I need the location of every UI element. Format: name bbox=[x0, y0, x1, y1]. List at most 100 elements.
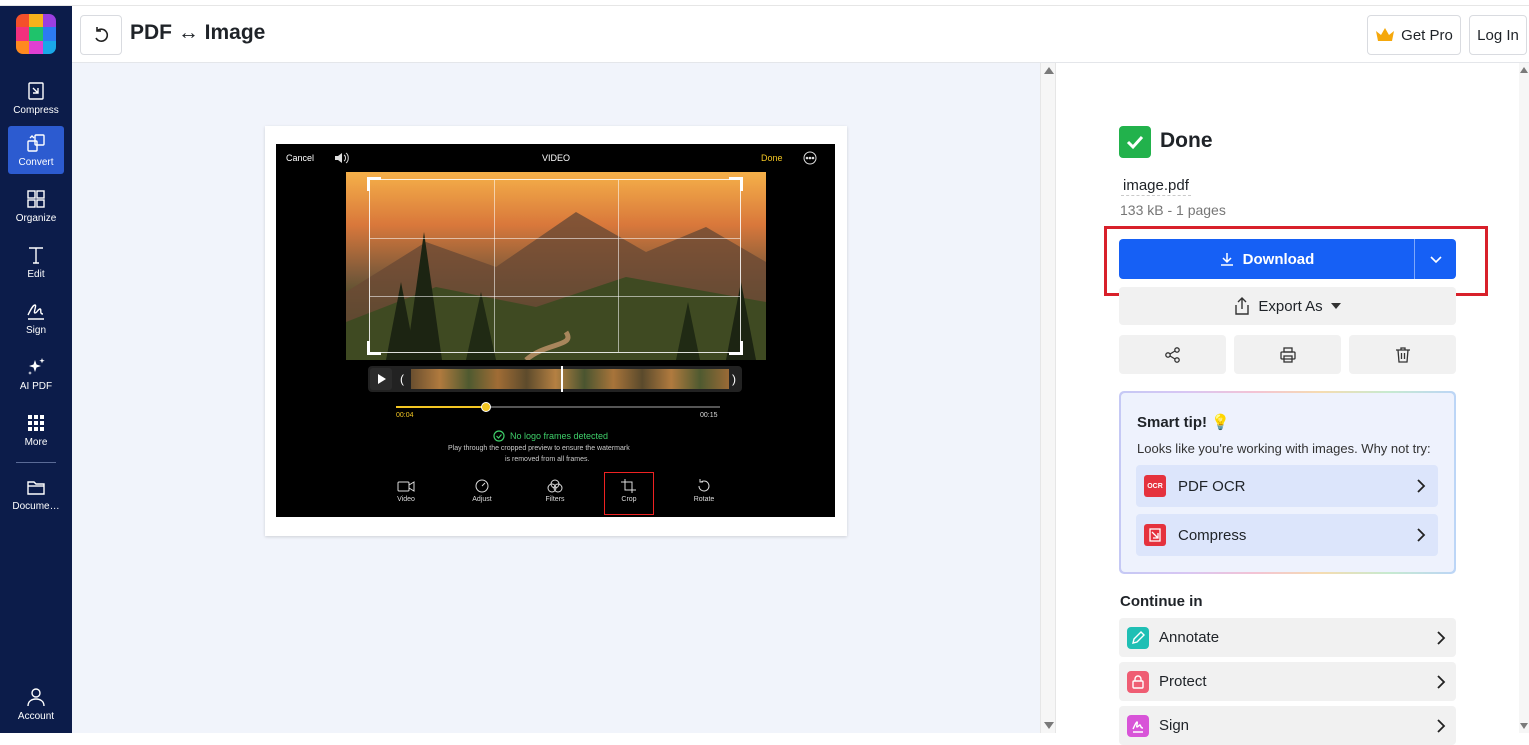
sign-icon bbox=[27, 304, 44, 320]
sidebar: Compress Convert Organize Edit Sign AI P… bbox=[0, 6, 72, 733]
result-panel: Done image.pdf 133 kB - 1 pages Download… bbox=[1056, 63, 1519, 745]
filters-icon bbox=[547, 479, 563, 493]
sign-pen-icon bbox=[1127, 714, 1149, 737]
success-check-icon bbox=[1119, 126, 1151, 158]
tool-rotate[interactable]: Rotate bbox=[682, 478, 726, 503]
tool-adjust[interactable]: Adjust bbox=[460, 478, 504, 503]
sidebar-item-label: Compress bbox=[13, 105, 59, 116]
panel-scrollbar[interactable] bbox=[1519, 63, 1529, 733]
time-end: 00:15 bbox=[700, 412, 718, 419]
smart-tip-title: Smart tip! 💡 bbox=[1137, 413, 1230, 431]
download-highlight-box bbox=[1104, 226, 1488, 296]
sidebar-item-convert[interactable]: Convert bbox=[8, 126, 64, 174]
export-label: Export As bbox=[1258, 297, 1323, 315]
tool-filters[interactable]: Filters bbox=[533, 478, 577, 503]
sidebar-item-organize[interactable]: Organize bbox=[8, 182, 64, 230]
sidebar-item-compress[interactable]: Compress bbox=[8, 74, 64, 122]
crop-handle[interactable] bbox=[729, 341, 743, 355]
hint-line-2: is removed from all frames. bbox=[505, 456, 590, 463]
adjust-dial-icon bbox=[475, 479, 489, 493]
done-text-preview: Done bbox=[761, 153, 783, 163]
sidebar-item-label: AI PDF bbox=[19, 381, 53, 392]
sidebar-item-label: More bbox=[24, 437, 48, 448]
tool-label: Filters bbox=[545, 496, 565, 503]
tool-label: Rotate bbox=[693, 496, 715, 503]
sidebar-item-sign[interactable]: Sign bbox=[8, 294, 64, 342]
filmstrip-frames bbox=[411, 369, 729, 389]
check-circle-icon bbox=[493, 430, 505, 442]
crop-handle[interactable] bbox=[367, 177, 381, 191]
crop-handle[interactable] bbox=[367, 341, 381, 355]
get-pro-button[interactable]: Get Pro bbox=[1367, 15, 1461, 55]
continue-protect[interactable]: Protect bbox=[1119, 662, 1456, 701]
scrubber-progress bbox=[396, 406, 486, 408]
smart-tip-subtitle: Looks like you're working with images. W… bbox=[1137, 441, 1431, 456]
lightbulb-icon: 💡 bbox=[1211, 414, 1230, 431]
continue-sign[interactable]: Sign bbox=[1119, 706, 1456, 745]
delete-button[interactable] bbox=[1349, 335, 1456, 374]
playback-scrubber[interactable] bbox=[396, 402, 720, 412]
account-icon bbox=[27, 688, 45, 707]
file-name[interactable]: image.pdf bbox=[1121, 177, 1191, 196]
continue-annotate[interactable]: Annotate bbox=[1119, 618, 1456, 657]
cancel-text: Cancel bbox=[286, 153, 315, 163]
share-button[interactable] bbox=[1119, 335, 1226, 374]
grid-more-icon bbox=[28, 415, 44, 431]
tool-video[interactable]: Video bbox=[384, 478, 428, 503]
play-button[interactable] bbox=[370, 368, 392, 390]
chevron-right-icon bbox=[1437, 631, 1446, 645]
play-icon bbox=[378, 374, 386, 384]
compress-icon bbox=[28, 82, 44, 100]
organize-icon bbox=[27, 190, 45, 208]
crop-frame[interactable] bbox=[369, 179, 741, 353]
tip-item-compress[interactable]: Compress bbox=[1136, 514, 1438, 556]
crop-handle[interactable] bbox=[729, 177, 743, 191]
print-button[interactable] bbox=[1234, 335, 1341, 374]
export-as-button[interactable]: Export As bbox=[1119, 287, 1456, 325]
continue-item-label: Sign bbox=[1159, 717, 1190, 734]
scroll-up-icon[interactable] bbox=[1044, 67, 1054, 74]
app-logo[interactable] bbox=[16, 14, 56, 54]
scroll-up-icon[interactable] bbox=[1520, 67, 1528, 73]
back-button[interactable] bbox=[80, 15, 122, 55]
smart-tip-title-text: Smart tip! bbox=[1137, 414, 1208, 431]
mode-text: VIDEO bbox=[542, 153, 571, 163]
get-pro-label: Get Pro bbox=[1401, 26, 1453, 44]
scroll-down-icon[interactable] bbox=[1044, 722, 1054, 729]
scroll-down-icon[interactable] bbox=[1520, 723, 1528, 729]
sidebar-item-documents[interactable]: Docume… bbox=[8, 470, 64, 518]
continue-item-label: Annotate bbox=[1159, 629, 1220, 646]
rotate-icon bbox=[698, 479, 710, 492]
speaker-icon bbox=[335, 152, 349, 164]
caret-down-icon bbox=[1330, 303, 1341, 309]
chevron-right-icon bbox=[1437, 719, 1446, 733]
trim-left-handle-icon[interactable]: ( bbox=[400, 372, 404, 386]
sidebar-item-more[interactable]: More bbox=[8, 406, 64, 454]
video-filmstrip[interactable]: ( ) bbox=[368, 366, 742, 392]
trim-right-handle-icon[interactable]: ) bbox=[732, 372, 736, 386]
playhead[interactable] bbox=[561, 366, 563, 392]
video-camera-icon bbox=[397, 481, 415, 492]
more-options-icon bbox=[803, 151, 817, 165]
sidebar-item-label: Organize bbox=[15, 213, 57, 224]
hint-line-1: Play through the cropped preview to ensu… bbox=[448, 445, 630, 452]
preview-scrollbar[interactable] bbox=[1040, 63, 1056, 733]
scrubber-knob[interactable] bbox=[481, 402, 491, 412]
sidebar-item-account[interactable]: Account bbox=[8, 680, 64, 728]
sidebar-divider bbox=[16, 462, 56, 463]
result-status: Done bbox=[1160, 129, 1213, 152]
crop-tool-highlight bbox=[604, 472, 654, 515]
header: PDF ↔ Image Get Pro Log In bbox=[72, 6, 1529, 63]
detection-status: No logo frames detected bbox=[510, 431, 609, 441]
trash-icon bbox=[1395, 346, 1410, 363]
share-upload-icon bbox=[1235, 297, 1250, 315]
login-button[interactable]: Log In bbox=[1469, 15, 1527, 55]
sidebar-item-edit[interactable]: Edit bbox=[8, 238, 64, 286]
sidebar-item-ai-pdf[interactable]: AI PDF bbox=[8, 350, 64, 398]
smart-tip-card: Smart tip! 💡 Looks like you're working w… bbox=[1119, 391, 1456, 574]
pdf-page: Cancel VIDEO Done () 00:04 00:15 No log… bbox=[265, 126, 847, 536]
continue-item-label: Protect bbox=[1159, 673, 1207, 690]
file-meta: 133 kB - 1 pages bbox=[1120, 202, 1226, 218]
tool-label: Video bbox=[397, 496, 415, 503]
tip-item-pdf-ocr[interactable]: OCR PDF OCR bbox=[1136, 465, 1438, 507]
